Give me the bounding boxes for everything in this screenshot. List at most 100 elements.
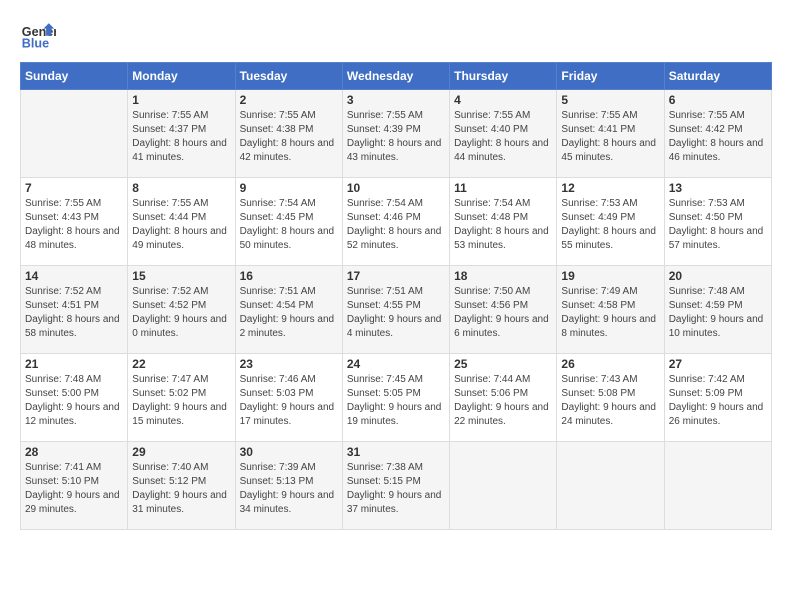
calendar-cell: 11 Sunrise: 7:54 AMSunset: 4:48 PMDayligh… [450, 178, 557, 266]
day-info: Sunrise: 7:54 AMSunset: 4:46 PMDaylight:… [347, 197, 445, 253]
day-info: Sunrise: 7:55 AMSunset: 4:40 PMDaylight:… [454, 109, 552, 165]
calendar-cell: 30Sunrise: 7:39 AMSunset: 5:13 PMDayligh… [235, 442, 342, 530]
day-number: 13 [669, 181, 767, 195]
day-number: 15 [132, 269, 230, 283]
calendar-cell: 20Sunrise: 7:48 AMSunset: 4:59 PMDayligh… [664, 266, 771, 354]
weekday-header-wednesday: Wednesday [342, 63, 449, 90]
calendar-cell: 2 Sunrise: 7:55 AMSunset: 4:38 PMDaylight… [235, 90, 342, 178]
weekday-header-row: SundayMondayTuesdayWednesdayThursdayFrid… [21, 63, 772, 90]
day-info: Sunrise: 7:48 AMSunset: 4:59 PMDaylight:… [669, 285, 767, 341]
day-info: Sunrise: 7:52 AMSunset: 4:52 PMDaylight:… [132, 285, 230, 341]
day-info: Sunrise: 7:53 AMSunset: 4:50 PMDaylight:… [669, 197, 767, 253]
day-info: Sunrise: 7:48 AMSunset: 5:00 PMDaylight:… [25, 373, 123, 429]
calendar-week-row: 14Sunrise: 7:52 AMSunset: 4:51 PMDayligh… [21, 266, 772, 354]
calendar-cell: 26 Sunrise: 7:43 AMSunset: 5:08 PMDayligh… [557, 354, 664, 442]
calendar-cell: 10Sunrise: 7:54 AMSunset: 4:46 PMDayligh… [342, 178, 449, 266]
day-info: Sunrise: 7:55 AMSunset: 4:44 PMDaylight:… [132, 197, 230, 253]
day-info: Sunrise: 7:55 AMSunset: 4:43 PMDaylight:… [25, 197, 123, 253]
day-number: 31 [347, 445, 445, 459]
weekday-header-sunday: Sunday [21, 63, 128, 90]
day-number: 28 [25, 445, 123, 459]
page-container: General Blue SundayMondayTuesdayWednesda… [0, 0, 792, 540]
day-info: Sunrise: 7:38 AMSunset: 5:15 PMDaylight:… [347, 461, 445, 517]
day-info: Sunrise: 7:44 AMSunset: 5:06 PMDaylight:… [454, 373, 552, 429]
calendar-cell: 9 Sunrise: 7:54 AMSunset: 4:45 PMDaylight… [235, 178, 342, 266]
day-number: 11 [454, 181, 552, 195]
day-info: Sunrise: 7:53 AMSunset: 4:49 PMDaylight:… [561, 197, 659, 253]
calendar-cell: 15 Sunrise: 7:52 AMSunset: 4:52 PMDayligh… [128, 266, 235, 354]
day-number: 30 [240, 445, 338, 459]
day-info: Sunrise: 7:45 AMSunset: 5:05 PMDaylight:… [347, 373, 445, 429]
day-number: 1 [132, 93, 230, 107]
day-info: Sunrise: 7:55 AMSunset: 4:42 PMDaylight:… [669, 109, 767, 165]
day-number: 17 [347, 269, 445, 283]
calendar-week-row: 7 Sunrise: 7:55 AMSunset: 4:43 PMDaylight… [21, 178, 772, 266]
day-number: 4 [454, 93, 552, 107]
day-number: 12 [561, 181, 659, 195]
calendar-cell [664, 442, 771, 530]
day-number: 22 [132, 357, 230, 371]
day-info: Sunrise: 7:51 AMSunset: 4:54 PMDaylight:… [240, 285, 338, 341]
day-number: 21 [25, 357, 123, 371]
day-info: Sunrise: 7:55 AMSunset: 4:41 PMDaylight:… [561, 109, 659, 165]
calendar-cell: 4 Sunrise: 7:55 AMSunset: 4:40 PMDaylight… [450, 90, 557, 178]
calendar-cell: 21 Sunrise: 7:48 AMSunset: 5:00 PMDayligh… [21, 354, 128, 442]
calendar-cell [557, 442, 664, 530]
day-info: Sunrise: 7:55 AMSunset: 4:37 PMDaylight:… [132, 109, 230, 165]
day-info: Sunrise: 7:43 AMSunset: 5:08 PMDaylight:… [561, 373, 659, 429]
day-info: Sunrise: 7:49 AMSunset: 4:58 PMDaylight:… [561, 285, 659, 341]
day-number: 24 [347, 357, 445, 371]
calendar-cell: 16 Sunrise: 7:51 AMSunset: 4:54 PMDayligh… [235, 266, 342, 354]
weekday-header-monday: Monday [128, 63, 235, 90]
day-number: 2 [240, 93, 338, 107]
day-number: 7 [25, 181, 123, 195]
day-number: 9 [240, 181, 338, 195]
logo: General Blue [20, 16, 56, 52]
day-number: 25 [454, 357, 552, 371]
day-number: 16 [240, 269, 338, 283]
day-info: Sunrise: 7:55 AMSunset: 4:38 PMDaylight:… [240, 109, 338, 165]
calendar-cell: 25 Sunrise: 7:44 AMSunset: 5:06 PMDayligh… [450, 354, 557, 442]
calendar-cell: 12 Sunrise: 7:53 AMSunset: 4:49 PMDayligh… [557, 178, 664, 266]
day-info: Sunrise: 7:42 AMSunset: 5:09 PMDaylight:… [669, 373, 767, 429]
calendar-cell: 18 Sunrise: 7:50 AMSunset: 4:56 PMDayligh… [450, 266, 557, 354]
calendar-week-row: 21 Sunrise: 7:48 AMSunset: 5:00 PMDayligh… [21, 354, 772, 442]
weekday-header-saturday: Saturday [664, 63, 771, 90]
day-number: 26 [561, 357, 659, 371]
calendar-cell: 28 Sunrise: 7:41 AMSunset: 5:10 PMDayligh… [21, 442, 128, 530]
calendar-week-row: 1 Sunrise: 7:55 AMSunset: 4:37 PMDaylight… [21, 90, 772, 178]
day-info: Sunrise: 7:54 AMSunset: 4:48 PMDaylight:… [454, 197, 552, 253]
calendar-cell [21, 90, 128, 178]
calendar-cell: 8 Sunrise: 7:55 AMSunset: 4:44 PMDaylight… [128, 178, 235, 266]
day-info: Sunrise: 7:51 AMSunset: 4:55 PMDaylight:… [347, 285, 445, 341]
weekday-header-thursday: Thursday [450, 63, 557, 90]
day-info: Sunrise: 7:41 AMSunset: 5:10 PMDaylight:… [25, 461, 123, 517]
calendar-cell: 3Sunrise: 7:55 AMSunset: 4:39 PMDaylight… [342, 90, 449, 178]
calendar-cell: 7 Sunrise: 7:55 AMSunset: 4:43 PMDaylight… [21, 178, 128, 266]
calendar-cell: 19 Sunrise: 7:49 AMSunset: 4:58 PMDayligh… [557, 266, 664, 354]
day-number: 5 [561, 93, 659, 107]
calendar-table: SundayMondayTuesdayWednesdayThursdayFrid… [20, 62, 772, 530]
calendar-cell: 23Sunrise: 7:46 AMSunset: 5:03 PMDayligh… [235, 354, 342, 442]
day-info: Sunrise: 7:54 AMSunset: 4:45 PMDaylight:… [240, 197, 338, 253]
weekday-header-friday: Friday [557, 63, 664, 90]
day-number: 6 [669, 93, 767, 107]
day-number: 27 [669, 357, 767, 371]
day-number: 8 [132, 181, 230, 195]
page-header: General Blue [20, 16, 772, 52]
day-number: 18 [454, 269, 552, 283]
logo-icon: General Blue [20, 16, 56, 52]
day-number: 3 [347, 93, 445, 107]
svg-text:Blue: Blue [22, 37, 49, 51]
calendar-week-row: 28 Sunrise: 7:41 AMSunset: 5:10 PMDayligh… [21, 442, 772, 530]
calendar-cell: 1 Sunrise: 7:55 AMSunset: 4:37 PMDaylight… [128, 90, 235, 178]
day-number: 14 [25, 269, 123, 283]
weekday-header-tuesday: Tuesday [235, 63, 342, 90]
day-number: 19 [561, 269, 659, 283]
day-info: Sunrise: 7:50 AMSunset: 4:56 PMDaylight:… [454, 285, 552, 341]
day-info: Sunrise: 7:47 AMSunset: 5:02 PMDaylight:… [132, 373, 230, 429]
calendar-cell: 31 Sunrise: 7:38 AMSunset: 5:15 PMDayligh… [342, 442, 449, 530]
calendar-cell: 29Sunrise: 7:40 AMSunset: 5:12 PMDayligh… [128, 442, 235, 530]
calendar-cell: 6 Sunrise: 7:55 AMSunset: 4:42 PMDaylight… [664, 90, 771, 178]
calendar-cell: 24 Sunrise: 7:45 AMSunset: 5:05 PMDayligh… [342, 354, 449, 442]
